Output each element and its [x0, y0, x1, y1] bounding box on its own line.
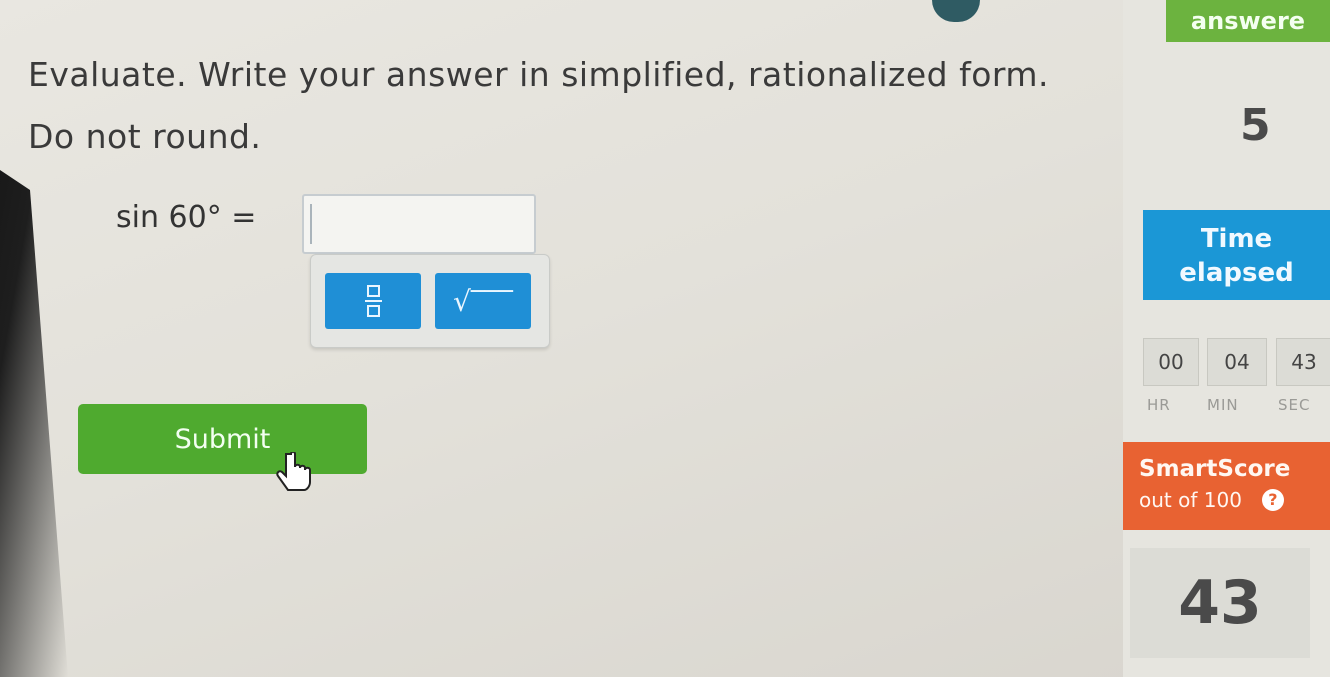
smartscore-title: SmartScore: [1139, 456, 1291, 482]
smartscore-subtitle: out of 100 ?: [1139, 488, 1330, 512]
timer-minutes: 04: [1207, 338, 1267, 386]
video-icon[interactable]: [932, 0, 980, 22]
equation-label: sin 60° =: [116, 200, 257, 235]
question-prompt: Evaluate. Write your answer in simplifie…: [28, 44, 1049, 168]
fraction-icon: [364, 285, 382, 317]
hand-cursor-icon: [276, 452, 311, 491]
questions-answered-label: answere: [1166, 0, 1330, 42]
timer-minutes-label: MIN: [1207, 396, 1239, 414]
smartscore-out-of: out of 100: [1139, 488, 1242, 512]
timer-seconds: 43: [1276, 338, 1330, 386]
fraction-button[interactable]: [325, 273, 421, 329]
time-label-line-1: Time: [1200, 224, 1273, 254]
questions-answered-count: 5: [1240, 100, 1271, 151]
math-toolbar: √‾‾‾: [310, 254, 550, 348]
help-icon[interactable]: ?: [1261, 489, 1284, 511]
prompt-line-2: Do not round.: [28, 117, 262, 156]
square-root-icon: √‾‾‾: [453, 284, 513, 318]
submit-button[interactable]: Submit: [78, 404, 367, 474]
answer-input[interactable]: [302, 194, 536, 254]
prompt-line-1: Evaluate. Write your answer in simplifie…: [28, 55, 1050, 94]
timer-hours-label: HR: [1147, 396, 1171, 414]
time-label-line-2: elapsed: [1179, 258, 1294, 288]
timer-hours: 00: [1143, 338, 1199, 386]
smartscore-header: SmartScore out of 100 ?: [1123, 442, 1330, 530]
time-elapsed-header: Time elapsed: [1143, 210, 1330, 300]
timer-seconds-label: SEC: [1278, 396, 1311, 414]
smartscore-value: 43: [1130, 548, 1310, 658]
square-root-button[interactable]: √‾‾‾: [435, 273, 531, 329]
